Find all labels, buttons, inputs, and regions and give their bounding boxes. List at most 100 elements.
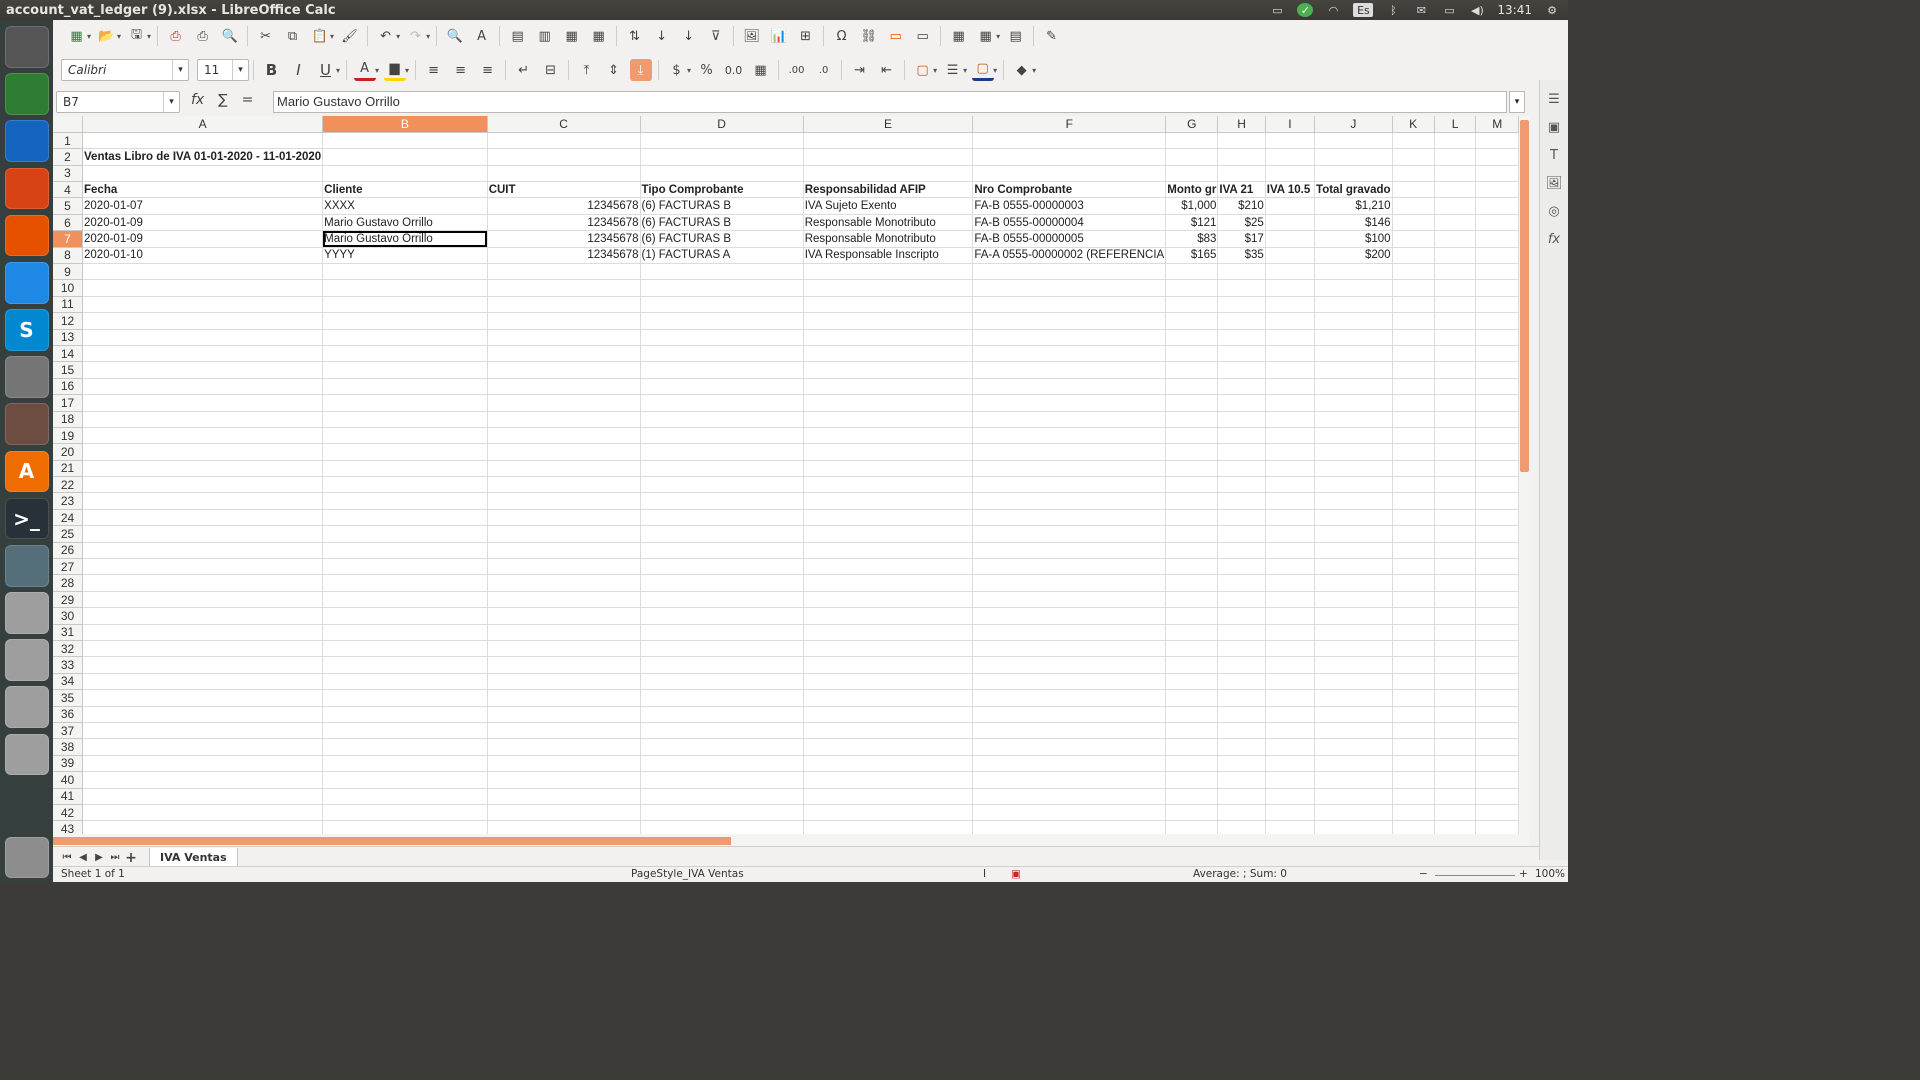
cell[interactable]: Responsable Monotributo [803, 230, 974, 248]
font-color-icon[interactable]: A [353, 59, 376, 81]
insert-image-icon[interactable]: 🖼 [741, 25, 763, 47]
cell[interactable] [82, 460, 324, 478]
cell[interactable] [640, 329, 804, 346]
row-header[interactable]: 4 [53, 181, 84, 199]
cell[interactable] [1165, 492, 1219, 510]
cell[interactable] [82, 755, 324, 773]
selection-mode-icon[interactable]: I [983, 868, 986, 880]
redo-icon[interactable]: ↷ [405, 25, 427, 47]
row-icon[interactable]: ▤ [507, 25, 529, 47]
new-spreadsheet-icon[interactable]: ▦ [66, 25, 88, 47]
freeze-rows-icon[interactable]: ▦ [975, 25, 997, 47]
cell[interactable] [487, 329, 641, 346]
cell[interactable] [1265, 673, 1316, 691]
date-format-icon[interactable]: ▦ [750, 59, 772, 81]
cell[interactable] [640, 492, 804, 510]
cell[interactable] [1392, 706, 1435, 723]
cell[interactable] [1165, 558, 1219, 576]
row-header[interactable]: 21 [53, 460, 84, 478]
cell[interactable] [82, 722, 324, 740]
cell[interactable] [1475, 263, 1519, 281]
insert-rows-icon[interactable]: ▦ [561, 25, 583, 47]
row-header[interactable]: 35 [53, 689, 84, 707]
sort-descending-icon[interactable]: ↓ [678, 25, 700, 47]
cell[interactable] [1265, 591, 1316, 609]
cell[interactable] [1165, 656, 1219, 674]
cell[interactable] [82, 263, 324, 281]
cell[interactable] [1392, 329, 1435, 346]
cell[interactable] [640, 673, 804, 691]
row-header[interactable]: 8 [53, 247, 84, 265]
cell[interactable] [640, 607, 804, 625]
cell[interactable] [1265, 689, 1316, 707]
cell[interactable] [1475, 722, 1519, 740]
cell[interactable] [972, 279, 1167, 297]
cell[interactable] [487, 788, 641, 805]
cell[interactable] [82, 165, 324, 183]
cell[interactable] [1475, 132, 1519, 150]
cell[interactable] [1392, 361, 1435, 379]
cell[interactable] [1434, 673, 1477, 691]
cell[interactable] [972, 722, 1167, 740]
cell[interactable] [1475, 394, 1519, 412]
cell[interactable] [640, 165, 804, 183]
cell[interactable] [1314, 656, 1393, 674]
cell[interactable] [1165, 361, 1219, 379]
cell[interactable] [1314, 263, 1393, 281]
border-color-icon[interactable]: ▢ [971, 59, 994, 81]
cell[interactable] [1475, 788, 1519, 805]
cell[interactable] [1392, 771, 1435, 789]
cell[interactable] [487, 673, 641, 691]
row-header[interactable]: 36 [53, 706, 84, 723]
column-header[interactable]: E [803, 116, 974, 133]
row-header[interactable]: 15 [53, 361, 84, 379]
bold-icon[interactable]: B [261, 59, 283, 81]
cell[interactable] [1475, 279, 1519, 297]
cell[interactable] [322, 689, 488, 707]
cell[interactable] [1217, 263, 1266, 281]
cell[interactable]: $1,000 [1165, 197, 1219, 215]
cell[interactable] [82, 673, 324, 691]
cell[interactable] [1314, 378, 1393, 396]
cell[interactable] [1392, 673, 1435, 691]
drive-icon[interactable] [4, 639, 49, 681]
cell[interactable] [1434, 607, 1477, 625]
cell[interactable] [972, 542, 1167, 560]
cell[interactable] [972, 263, 1167, 281]
cell[interactable] [1475, 345, 1519, 363]
row-header[interactable]: 18 [53, 411, 84, 428]
cell[interactable] [1434, 558, 1477, 576]
cell[interactable] [1314, 148, 1393, 166]
row-header[interactable]: 10 [53, 279, 84, 297]
cell[interactable]: 2020-01-09 [82, 230, 324, 248]
cell[interactable] [1434, 443, 1477, 461]
cell[interactable] [1165, 771, 1219, 789]
cell[interactable] [1265, 624, 1316, 642]
insert-chart-icon[interactable]: 📊 [768, 25, 790, 47]
cell[interactable] [1392, 820, 1435, 834]
cell[interactable] [972, 443, 1167, 461]
cell[interactable] [322, 525, 488, 543]
cell[interactable] [322, 148, 488, 166]
paste-icon[interactable]: 📋 [309, 25, 331, 47]
row-header[interactable]: 41 [53, 788, 84, 805]
cell[interactable] [1475, 755, 1519, 773]
cell[interactable] [972, 329, 1167, 346]
cell[interactable]: FA-B 0555-00000003 [972, 197, 1167, 215]
cell[interactable] [1434, 132, 1477, 150]
cell[interactable] [1475, 411, 1519, 428]
cell[interactable] [1314, 525, 1393, 543]
cell[interactable] [972, 492, 1167, 510]
cell[interactable] [803, 492, 974, 510]
cell[interactable] [972, 476, 1167, 494]
cell[interactable]: 12345678 [487, 197, 641, 215]
chevron-down-icon[interactable]: ▾ [163, 92, 179, 112]
cell[interactable] [1165, 476, 1219, 494]
cell[interactable] [1314, 542, 1393, 560]
cell[interactable] [82, 427, 324, 445]
cell[interactable] [1217, 443, 1266, 461]
cell[interactable] [803, 263, 974, 281]
cell[interactable] [803, 722, 974, 740]
cell[interactable] [487, 460, 641, 478]
cell[interactable]: YYYY [322, 247, 488, 265]
